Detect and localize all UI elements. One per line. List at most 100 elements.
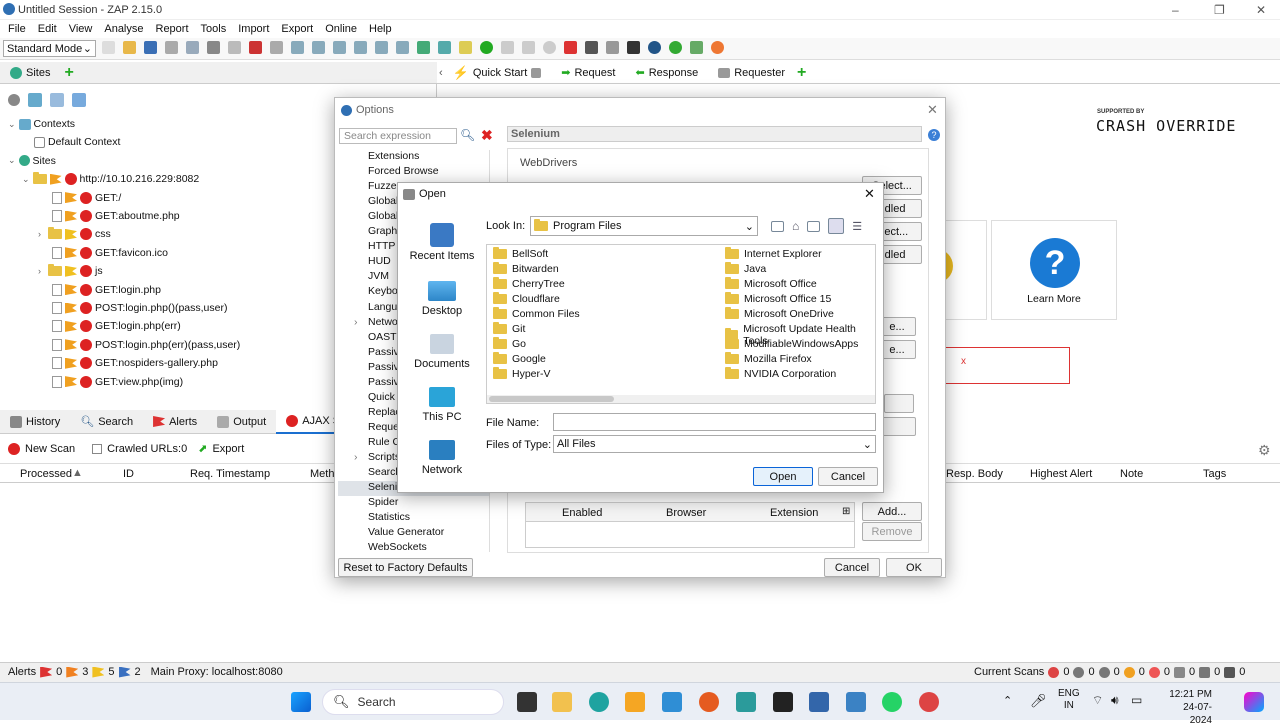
help-icon[interactable]: ? xyxy=(928,129,940,141)
col-highest-alert[interactable]: Highest Alert xyxy=(1030,468,1092,480)
terminal-icon[interactable] xyxy=(773,692,793,712)
menu-online[interactable]: Online xyxy=(325,23,361,35)
tab-quick-start[interactable]: ⚡ Quick Start xyxy=(442,62,552,83)
layout-3-icon[interactable] xyxy=(312,41,325,54)
col-req-timestamp[interactable]: Req. Timestamp xyxy=(190,468,270,480)
lightbulb-icon[interactable] xyxy=(459,41,472,54)
col-id[interactable]: ID xyxy=(123,468,134,480)
crawled-checkbox[interactable] xyxy=(92,443,103,454)
browse-button-3[interactable] xyxy=(884,394,914,413)
minimize-button[interactable]: – xyxy=(1172,3,1179,17)
add-extension-button[interactable]: Add... xyxy=(862,502,922,521)
wifi-icon[interactable]: ⌔ xyxy=(1092,693,1103,708)
settings-gear-icon[interactable]: ⚙ xyxy=(1258,442,1271,459)
microphone-icon[interactable]: 🎤︎ xyxy=(1030,693,1047,709)
edge-icon[interactable] xyxy=(589,692,609,712)
col-extension[interactable]: Extension xyxy=(770,507,818,519)
export-context-icon[interactable] xyxy=(72,93,86,107)
tab-history[interactable]: History xyxy=(0,410,70,433)
details-view-icon[interactable]: ☰ xyxy=(852,220,862,233)
file-list-item[interactable]: Go xyxy=(493,337,526,350)
tree-node[interactable]: › css xyxy=(38,227,111,241)
place-documents[interactable]: Documents xyxy=(401,328,483,378)
file-list-scrollbar[interactable] xyxy=(487,395,875,403)
layout-2-icon[interactable] xyxy=(291,41,304,54)
tree-node[interactable]: GET:view.php(img) xyxy=(52,375,183,388)
expand-toggle-icon[interactable]: › xyxy=(354,316,358,328)
volume-icon[interactable]: 🔊︎ xyxy=(1111,693,1119,708)
options-ok-button[interactable]: OK xyxy=(886,558,942,577)
col-tags[interactable]: Tags xyxy=(1203,468,1226,480)
tree-node[interactable]: GET:/ xyxy=(52,191,121,204)
expand-toggle-icon[interactable]: › xyxy=(354,451,358,463)
tree-node[interactable]: GET:login.php xyxy=(52,283,161,296)
zap-taskbar-icon[interactable] xyxy=(919,692,939,712)
tab-sites[interactable]: Sites xyxy=(0,62,60,83)
show-hidden-icons[interactable]: ⌃ xyxy=(1003,694,1012,707)
reset-factory-defaults-button[interactable]: Reset to Factory Defaults xyxy=(338,558,473,577)
tree-node[interactable]: POST:login.php(err)(pass,user) xyxy=(52,338,240,351)
tree-node[interactable]: GET:favicon.ico xyxy=(52,246,168,259)
console-icon[interactable] xyxy=(627,41,640,54)
menu-file[interactable]: File xyxy=(8,23,30,35)
open-button[interactable]: Open xyxy=(753,467,813,486)
col-method[interactable]: Meth xyxy=(310,468,334,480)
forced-user-icon[interactable] xyxy=(606,41,619,54)
add-tab-icon[interactable]: + xyxy=(797,64,806,82)
step-icon[interactable] xyxy=(501,41,514,54)
export-button[interactable]: Export xyxy=(212,443,244,455)
tab-alerts[interactable]: Alerts xyxy=(143,410,207,433)
battery-icon[interactable]: ▭ xyxy=(1131,693,1142,707)
file-list-item[interactable]: Microsoft OneDrive xyxy=(725,307,834,320)
options-search-input[interactable]: Search expression xyxy=(339,128,457,144)
maximize-button[interactable]: ❐ xyxy=(1214,3,1225,17)
language-indicator[interactable]: ENG IN xyxy=(1058,688,1080,712)
delete-icon[interactable] xyxy=(249,41,262,54)
whatsapp-icon[interactable] xyxy=(882,692,902,712)
menu-tools[interactable]: Tools xyxy=(201,23,231,35)
snipping-icon[interactable] xyxy=(736,692,756,712)
properties-icon[interactable] xyxy=(186,41,199,54)
file-list-item[interactable]: Cloudflare xyxy=(493,292,560,305)
collapse-toggle-icon[interactable]: › xyxy=(38,229,41,239)
column-chooser-icon[interactable]: ⊞ xyxy=(842,506,850,517)
col-note[interactable]: Note xyxy=(1120,468,1143,480)
layout-1-icon[interactable] xyxy=(270,41,283,54)
taskbar-search[interactable]: 🔍︎ Search xyxy=(322,689,504,715)
file-list-item[interactable]: Git xyxy=(493,322,525,335)
tree-node[interactable]: › js xyxy=(38,264,103,278)
file-list-item[interactable]: NVIDIA Corporation xyxy=(725,367,836,380)
options-nav-item[interactable]: Extensions xyxy=(338,150,489,165)
file-list-item[interactable]: CherryTree xyxy=(493,277,565,290)
options-cancel-button[interactable]: Cancel xyxy=(824,558,880,577)
clear-search-icon[interactable]: ✖ xyxy=(481,127,493,144)
new-context-icon[interactable] xyxy=(28,93,42,107)
file-list-item[interactable]: Mozilla Firefox xyxy=(725,352,812,365)
options-close-icon[interactable]: ✕ xyxy=(927,102,938,118)
continue-icon[interactable] xyxy=(522,41,535,54)
import-context-icon[interactable] xyxy=(50,93,64,107)
layout-7-icon[interactable] xyxy=(396,41,409,54)
menu-analyse[interactable]: Analyse xyxy=(104,23,147,35)
learn-more-card[interactable]: ? Learn More xyxy=(991,220,1117,320)
file-list-item[interactable]: Bitwarden xyxy=(493,262,559,275)
menu-view[interactable]: View xyxy=(69,23,97,35)
options-nav-item[interactable]: Value Generator xyxy=(338,526,489,541)
col-resp-body[interactable]: Resp. Body xyxy=(946,468,1003,480)
options-nav-item[interactable]: WebSockets xyxy=(338,541,489,552)
place-network[interactable]: Network xyxy=(401,434,483,484)
new-scan-button[interactable]: New Scan xyxy=(25,443,75,455)
file-list-item[interactable]: Hyper-V xyxy=(493,367,551,380)
new-session-icon[interactable] xyxy=(102,41,115,54)
tree-node[interactable]: ⌄ Sites xyxy=(8,155,56,167)
file-list-item[interactable]: Common Files xyxy=(493,307,580,320)
file-explorer-icon[interactable] xyxy=(552,692,572,712)
menu-report[interactable]: Report xyxy=(156,23,193,35)
place-this-pc[interactable]: This PC xyxy=(401,381,483,431)
expand-toggle-icon[interactable]: ⌄ xyxy=(22,174,30,185)
browser-icon[interactable] xyxy=(711,41,724,54)
expand-toggle-icon[interactable]: ⌄ xyxy=(8,119,16,130)
zest-icon[interactable] xyxy=(690,41,703,54)
url-input-error[interactable]: x xyxy=(945,347,1070,384)
file-list-item[interactable]: Microsoft Office 15 xyxy=(725,292,831,305)
